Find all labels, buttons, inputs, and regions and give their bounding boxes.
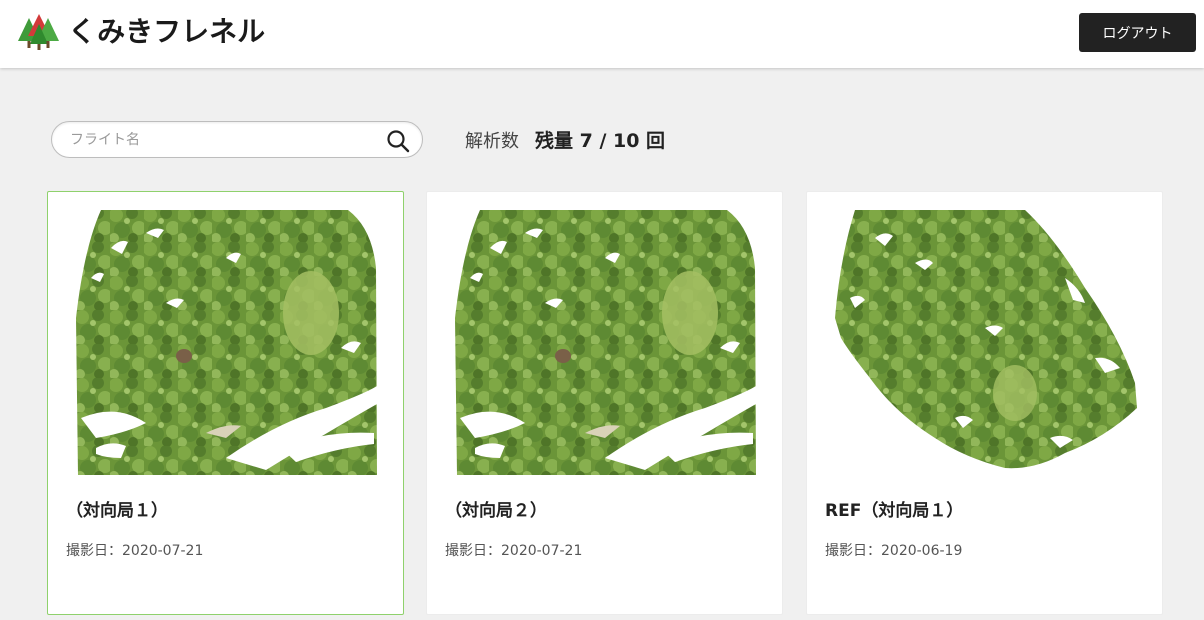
- quota-value: 残量 7 / 10 回: [535, 130, 666, 152]
- flight-thumbnail-image: [76, 210, 377, 475]
- flight-thumbnail-image: [835, 210, 1137, 469]
- flight-card[interactable]: （対向局２） 撮影日：2020-07-21: [426, 191, 783, 615]
- flight-title: REF（対向局１）: [825, 501, 964, 521]
- flight-date: 撮影日：2020-06-19: [825, 543, 963, 559]
- logo-trees-icon: [18, 14, 59, 50]
- app-logo[interactable]: くみきフレネル: [18, 12, 265, 52]
- flight-card[interactable]: （対向局１） 撮影日：2020-07-21: [47, 191, 404, 615]
- flight-date: 撮影日：2020-07-21: [66, 543, 204, 559]
- search-input[interactable]: [70, 122, 370, 157]
- search-bar: [51, 121, 423, 158]
- search-icon[interactable]: [386, 129, 410, 153]
- flight-thumbnail-image: [455, 210, 756, 475]
- flight-date: 撮影日：2020-07-21: [445, 543, 583, 559]
- flight-title: （対向局２）: [445, 501, 547, 521]
- logout-button[interactable]: ログアウト: [1079, 13, 1196, 52]
- analysis-quota: 解析数 残量 7 / 10 回: [465, 126, 665, 156]
- quota-label: 解析数: [465, 131, 519, 152]
- flight-card[interactable]: REF（対向局１） 撮影日：2020-06-19: [806, 191, 1163, 615]
- app-name: くみきフレネル: [68, 15, 266, 48]
- flight-title: （対向局１）: [66, 501, 168, 521]
- top-header: くみきフレネル ログアウト: [0, 0, 1204, 68]
